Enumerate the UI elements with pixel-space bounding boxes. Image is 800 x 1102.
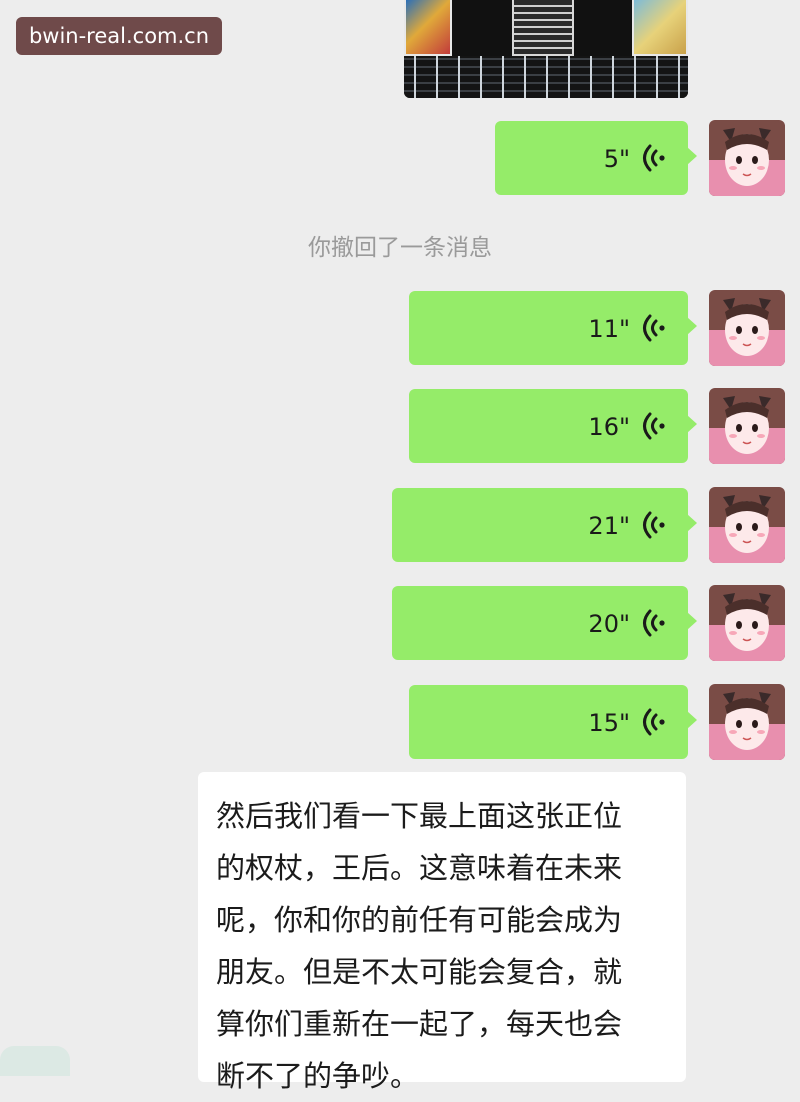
voice-duration: 16" [588,413,630,441]
cartoon-girl-avatar-icon [709,120,785,196]
tarot-card-right [632,0,688,56]
message-line: 的权杖，王后。这意味着在未来 [216,851,623,885]
user-avatar[interactable] [709,585,785,661]
cartoon-girl-avatar-icon [709,585,785,661]
message-line: 朋友。但是不太可能会复合，就 [216,955,623,989]
voice-duration: 11" [588,315,630,343]
voice-message-bubble[interactable]: 15" [409,685,697,759]
voice-message-bubble[interactable]: 21" [392,488,697,562]
voice-wave-icon [643,144,665,172]
message-line: 算你们重新在一起了，每天也会 [216,1007,623,1041]
user-avatar[interactable] [709,684,785,760]
voice-wave-icon [643,708,665,736]
partner-avatar-partial[interactable] [0,1046,70,1076]
voice-duration: 20" [588,610,630,638]
voice-message-bubble[interactable]: 5" [495,121,697,195]
tarot-card-middle [512,0,574,56]
tarot-card-left [404,0,452,56]
recall-notice: 你撤回了一条消息 [308,235,492,261]
voice-wave-icon [643,314,665,342]
voice-duration: 21" [588,512,630,540]
received-text-message[interactable]: 然后我们看一下最上面这张正位 的权杖，王后。这意味着在未来 呢，你和你的前任有可… [198,772,686,1093]
cartoon-girl-avatar-icon [709,290,785,366]
message-line: 断不了的争吵。 [216,1059,420,1093]
voice-message-bubble[interactable]: 20" [392,586,697,660]
voice-wave-icon [643,511,665,539]
voice-duration: 5" [603,145,630,173]
voice-message-bubble[interactable]: 16" [409,389,697,463]
user-avatar[interactable] [709,290,785,366]
user-avatar[interactable] [709,120,785,196]
user-avatar[interactable] [709,487,785,563]
cartoon-girl-avatar-icon [709,487,785,563]
tablecloth-pattern [404,56,688,98]
user-avatar[interactable] [709,388,785,464]
voice-wave-icon [643,412,665,440]
message-line: 呢，你和你的前任有可能会成为 [216,903,623,937]
watermark: bwin-real.com.cn [16,17,222,55]
message-line: 然后我们看一下最上面这张正位 [216,799,623,833]
cartoon-girl-avatar-icon [709,388,785,464]
cartoon-girl-avatar-icon [709,684,785,760]
voice-duration: 15" [588,709,630,737]
tarot-image-message[interactable] [404,0,688,98]
voice-wave-icon [643,609,665,637]
voice-message-bubble[interactable]: 11" [409,291,697,365]
